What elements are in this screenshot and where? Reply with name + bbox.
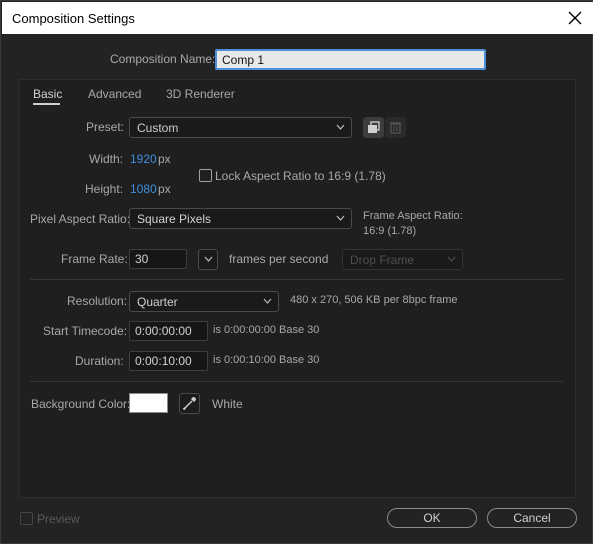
pixel-aspect-label: Pixel Aspect Ratio: <box>30 212 131 226</box>
resolution-value: Quarter <box>137 295 178 309</box>
new-preset-icon <box>368 121 380 133</box>
height-value[interactable]: 1080 <box>130 182 157 196</box>
preset-label: Preset: <box>86 120 125 134</box>
frame-rate-dropdown[interactable] <box>198 249 218 270</box>
composition-name-label: Composition Name: <box>110 52 216 66</box>
cancel-button[interactable]: Cancel <box>487 508 577 528</box>
chevron-down-icon <box>336 215 345 221</box>
start-timecode-info: is 0:00:00:00 Base 30 <box>213 324 320 336</box>
frame-rate-unit: frames per second <box>229 252 329 266</box>
tab-3d-renderer[interactable]: 3D Renderer <box>166 87 235 101</box>
active-tab-indicator <box>33 103 60 105</box>
tab-basic[interactable]: Basic <box>33 87 62 101</box>
frame-rate-input[interactable]: 30 <box>129 249 187 269</box>
background-color-label: Background Color: <box>31 397 131 411</box>
preview-label: Preview <box>37 512 80 526</box>
trash-icon <box>390 122 401 134</box>
start-timecode-input[interactable]: 0:00:00:00 <box>129 321 208 341</box>
section-divider <box>30 381 563 382</box>
delete-preset-button[interactable] <box>385 117 406 138</box>
preset-value: Custom <box>137 121 179 135</box>
drop-frame-dropdown: Drop Frame <box>342 249 463 270</box>
pixel-aspect-value: Square Pixels <box>137 212 212 226</box>
composition-name-input[interactable]: Comp 1 <box>215 49 486 70</box>
background-color-swatch[interactable] <box>129 393 168 413</box>
eyedropper-icon <box>182 397 196 411</box>
composition-settings-dialog: Composition Settings Composition Name: C… <box>0 0 593 544</box>
start-timecode-label: Start Timecode: <box>43 324 128 338</box>
frame-aspect-label: Frame Aspect Ratio: <box>363 210 463 222</box>
lock-aspect-checkbox[interactable] <box>199 169 212 182</box>
dialog-title: Composition Settings <box>12 11 135 26</box>
background-color-name: White <box>212 397 243 411</box>
drop-frame-value: Drop Frame <box>350 253 415 267</box>
chevron-down-icon <box>204 256 213 262</box>
frame-aspect-value: 16:9 (1.78) <box>363 225 417 237</box>
close-icon[interactable] <box>565 8 585 28</box>
duration-input[interactable]: 0:00:10:00 <box>129 351 208 371</box>
preview-checkbox <box>20 512 33 525</box>
chevron-down-icon <box>263 298 272 304</box>
save-preset-button[interactable] <box>363 117 384 138</box>
chevron-down-icon <box>336 124 345 130</box>
frame-rate-label: Frame Rate: <box>61 252 128 266</box>
width-value[interactable]: 1920 <box>130 152 157 166</box>
duration-label: Duration: <box>75 354 124 368</box>
height-unit: px <box>158 182 171 196</box>
tab-advanced[interactable]: Advanced <box>88 87 141 101</box>
resolution-info: 480 x 270, 506 KB per 8bpc frame <box>290 294 458 306</box>
settings-panel <box>19 79 576 498</box>
title-bar: Composition Settings <box>2 2 593 34</box>
lock-aspect-label: Lock Aspect Ratio to 16:9 (1.78) <box>215 169 386 183</box>
section-divider <box>30 279 563 280</box>
pixel-aspect-dropdown[interactable]: Square Pixels <box>129 208 352 229</box>
resolution-label: Resolution: <box>67 294 128 308</box>
height-label: Height: <box>85 182 124 196</box>
duration-info: is 0:00:10:00 Base 30 <box>213 354 320 366</box>
width-label: Width: <box>89 152 124 166</box>
width-unit: px <box>158 152 171 166</box>
ok-button[interactable]: OK <box>387 508 477 528</box>
eyedropper-button[interactable] <box>179 393 200 414</box>
resolution-dropdown[interactable]: Quarter <box>129 291 279 312</box>
chevron-down-icon <box>447 256 456 262</box>
preset-dropdown[interactable]: Custom <box>129 117 352 138</box>
